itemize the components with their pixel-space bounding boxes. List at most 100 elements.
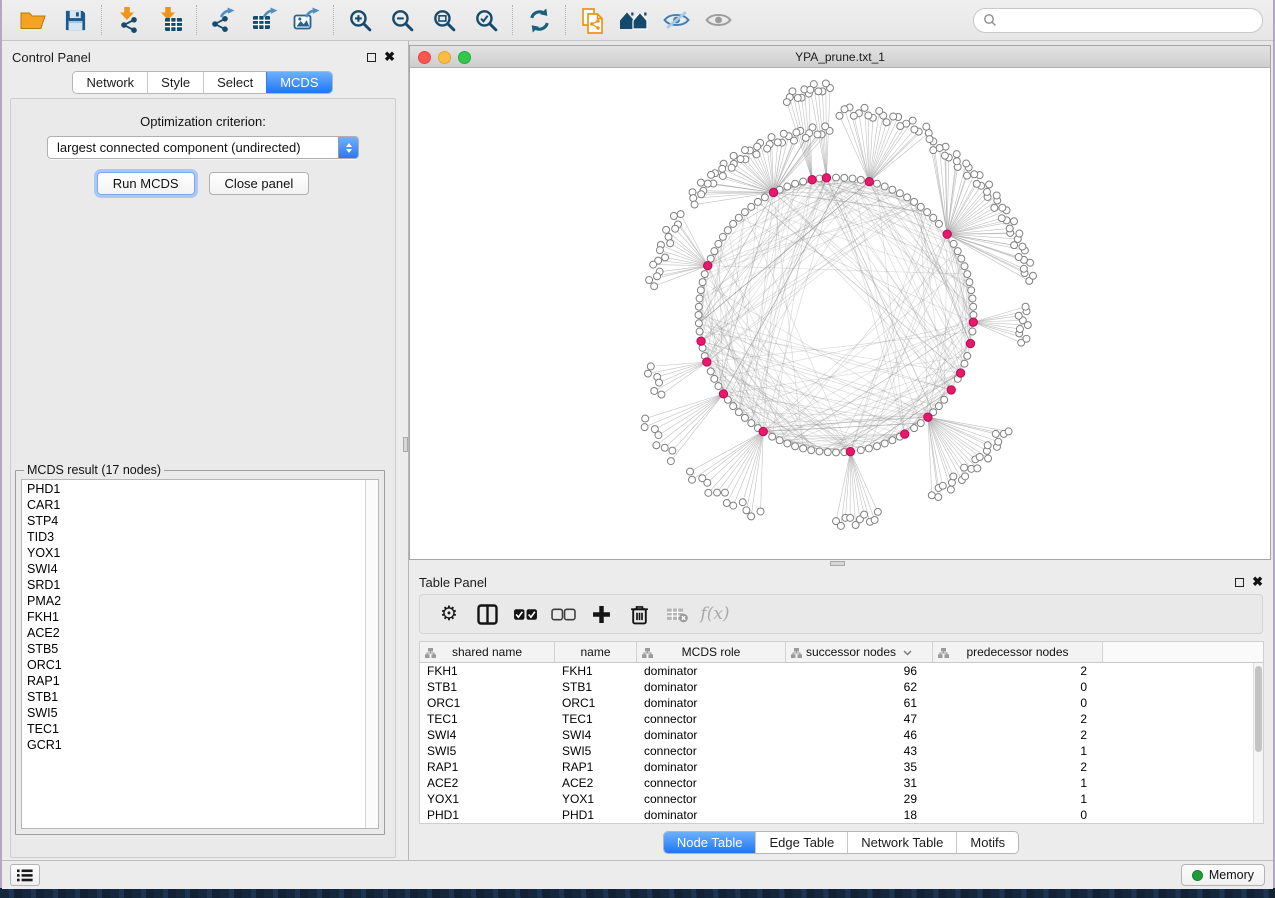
network-node[interactable]: [753, 151, 760, 158]
network-node[interactable]: [1030, 272, 1037, 279]
mcds-hub-node[interactable]: [956, 369, 964, 377]
network-node[interactable]: [857, 447, 864, 454]
table-cell[interactable]: connector: [637, 775, 786, 791]
network-node[interactable]: [655, 432, 662, 439]
table-cell[interactable]: TEC1: [420, 711, 555, 727]
network-node[interactable]: [995, 438, 1002, 445]
network-node[interactable]: [954, 248, 961, 255]
network-node[interactable]: [719, 233, 726, 240]
table-cell[interactable]: SWI5: [555, 743, 637, 759]
network-node[interactable]: [730, 403, 737, 410]
table-cell[interactable]: 2: [933, 759, 1103, 775]
network-node[interactable]: [711, 375, 718, 382]
network-node[interactable]: [969, 328, 976, 335]
network-node[interactable]: [711, 248, 718, 255]
export-table-button[interactable]: [244, 2, 286, 38]
network-node[interactable]: [689, 476, 696, 483]
table-cell[interactable]: dominator: [637, 663, 786, 679]
network-node[interactable]: [861, 104, 868, 111]
network-node[interactable]: [947, 486, 954, 493]
network-node[interactable]: [1006, 225, 1013, 232]
network-node[interactable]: [748, 513, 755, 520]
table-cell[interactable]: 1: [933, 743, 1103, 759]
zoom-fit-button[interactable]: [423, 2, 465, 38]
mcds-hub-node[interactable]: [947, 386, 955, 394]
network-node[interactable]: [742, 147, 749, 154]
network-node[interactable]: [1020, 265, 1027, 272]
network-node[interactable]: [923, 123, 930, 130]
network-node[interactable]: [924, 209, 931, 216]
mcds-hub-node[interactable]: [901, 430, 909, 438]
network-node[interactable]: [958, 255, 965, 262]
network-node[interactable]: [865, 112, 872, 119]
close-panel-icon[interactable]: ✖: [384, 52, 395, 62]
table-cell[interactable]: TEC1: [555, 711, 637, 727]
network-node[interactable]: [824, 449, 831, 456]
network-node[interactable]: [962, 473, 969, 480]
table-cell[interactable]: 1: [933, 791, 1103, 807]
network-node[interactable]: [697, 287, 704, 294]
network-node[interactable]: [953, 151, 960, 158]
network-node[interactable]: [757, 508, 764, 515]
network-node[interactable]: [904, 194, 911, 201]
table-cell[interactable]: 2: [933, 727, 1103, 743]
network-nodes[interactable]: [641, 80, 1036, 529]
network-node[interactable]: [873, 180, 880, 187]
network-node[interactable]: [930, 214, 937, 221]
import-network-button[interactable]: [107, 2, 149, 38]
network-node[interactable]: [928, 492, 935, 499]
network-node[interactable]: [743, 507, 750, 514]
network-node[interactable]: [1016, 326, 1023, 333]
mcds-result-item[interactable]: YOX1: [22, 545, 364, 561]
table-cell[interactable]: PHD1: [555, 807, 637, 823]
run-mcds-button[interactable]: Run MCDS: [97, 172, 195, 195]
network-node[interactable]: [935, 403, 942, 410]
mcds-hub-node[interactable]: [704, 262, 712, 270]
mcds-hub-node[interactable]: [703, 358, 711, 366]
mcds-result-item[interactable]: TID3: [22, 529, 364, 545]
table-cell[interactable]: dominator: [637, 807, 786, 823]
mcds-hub-node[interactable]: [719, 390, 727, 398]
network-node[interactable]: [774, 139, 781, 146]
network-node[interactable]: [715, 383, 722, 390]
network-node[interactable]: [721, 489, 728, 496]
network-node[interactable]: [741, 414, 748, 421]
network-node[interactable]: [754, 143, 761, 150]
network-node[interactable]: [917, 203, 924, 210]
table-cell[interactable]: SWI4: [555, 727, 637, 743]
table-cell[interactable]: FKH1: [420, 663, 555, 679]
network-node[interactable]: [998, 215, 1005, 222]
network-node[interactable]: [780, 130, 787, 137]
network-node[interactable]: [976, 454, 983, 461]
network-node[interactable]: [769, 433, 776, 440]
network-node[interactable]: [909, 117, 916, 124]
table-cell[interactable]: 0: [933, 807, 1103, 823]
network-node[interactable]: [653, 442, 660, 449]
mcds-result-item[interactable]: STB1: [22, 689, 364, 705]
network-node[interactable]: [658, 391, 665, 398]
open-file-button[interactable]: [12, 2, 54, 38]
network-node[interactable]: [730, 152, 737, 159]
network-node[interactable]: [984, 188, 991, 195]
network-node[interactable]: [941, 396, 948, 403]
table-cell[interactable]: ORC1: [420, 695, 555, 711]
network-node[interactable]: [691, 201, 698, 208]
network-node[interactable]: [984, 442, 991, 449]
export-network-button[interactable]: [202, 2, 244, 38]
network-node[interactable]: [881, 440, 888, 447]
network-node[interactable]: [890, 113, 897, 120]
network-node[interactable]: [999, 204, 1006, 211]
optimization-criterion-select[interactable]: largest connected component (undirected): [47, 136, 359, 159]
table-settings-button[interactable]: ⚙: [430, 597, 468, 631]
minimize-window-icon[interactable]: [438, 51, 451, 64]
network-node[interactable]: [784, 183, 791, 190]
table-cell[interactable]: YOX1: [420, 791, 555, 807]
network-node[interactable]: [672, 225, 679, 232]
network-node[interactable]: [889, 437, 896, 444]
network-node[interactable]: [677, 211, 684, 218]
network-node[interactable]: [816, 448, 823, 455]
network-node[interactable]: [889, 186, 896, 193]
network-node[interactable]: [969, 295, 976, 302]
table-row[interactable]: FKH1FKH1dominator962: [420, 663, 1253, 679]
network-node[interactable]: [963, 172, 970, 179]
